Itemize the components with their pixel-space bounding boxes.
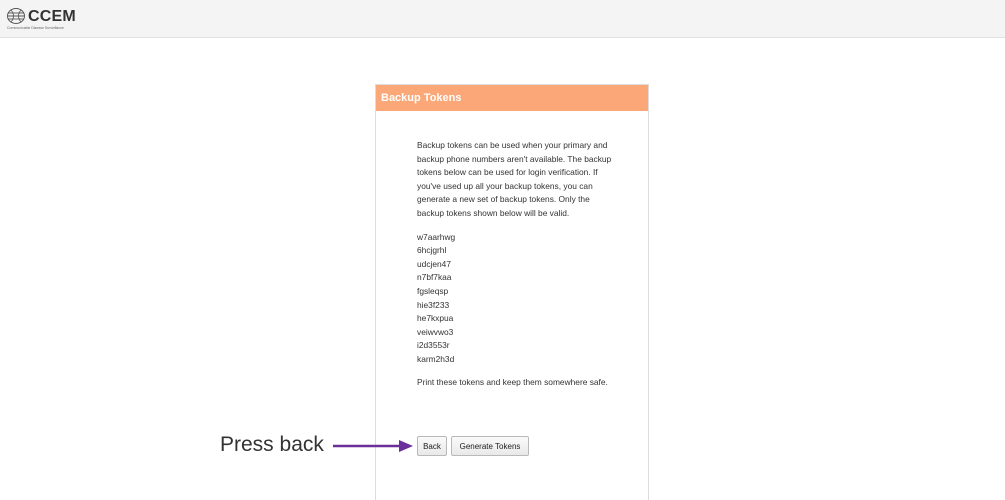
intro-text: Backup tokens can be used when your prim…: [417, 140, 612, 218]
token-item: 6hcjgrhl: [417, 245, 447, 256]
press-back-annotation: Press back: [220, 433, 324, 456]
token-item: udcjen47: [417, 258, 451, 269]
token-item: he7kxpua: [417, 313, 454, 324]
back-button[interactable]: Back: [417, 436, 447, 456]
right-arrow-icon: [333, 440, 413, 452]
globe-icon: [7, 8, 25, 24]
top-bar: CCEM Communicable Disease Surveillance: [0, 0, 1005, 38]
print-note: Print these tokens and keep them somewhe…: [417, 376, 608, 387]
token-item: fgsleqsp: [417, 285, 449, 296]
token-item: w7aarhwg: [417, 231, 456, 242]
generate-tokens-button[interactable]: Generate Tokens: [451, 436, 529, 456]
token-item: i2d3553r: [417, 340, 450, 351]
token-item: hie3f233: [417, 299, 450, 310]
token-list: w7aarhwg 6hcjgrhl udcjen47 n7bf7kaa fgsl…: [417, 231, 617, 367]
logo-tagline: Communicable Disease Surveillance: [7, 26, 64, 30]
panel-title: Backup Tokens: [376, 85, 648, 111]
ccem-logo[interactable]: CCEM Communicable Disease Surveillance: [6, 5, 126, 33]
token-item: veiwvwo3: [417, 326, 454, 337]
token-item: n7bf7kaa: [417, 272, 452, 283]
logo-text: CCEM: [28, 8, 76, 25]
token-item: karm2h3d: [417, 353, 455, 364]
panel-body: Backup tokens can be used when your prim…: [417, 139, 617, 389]
